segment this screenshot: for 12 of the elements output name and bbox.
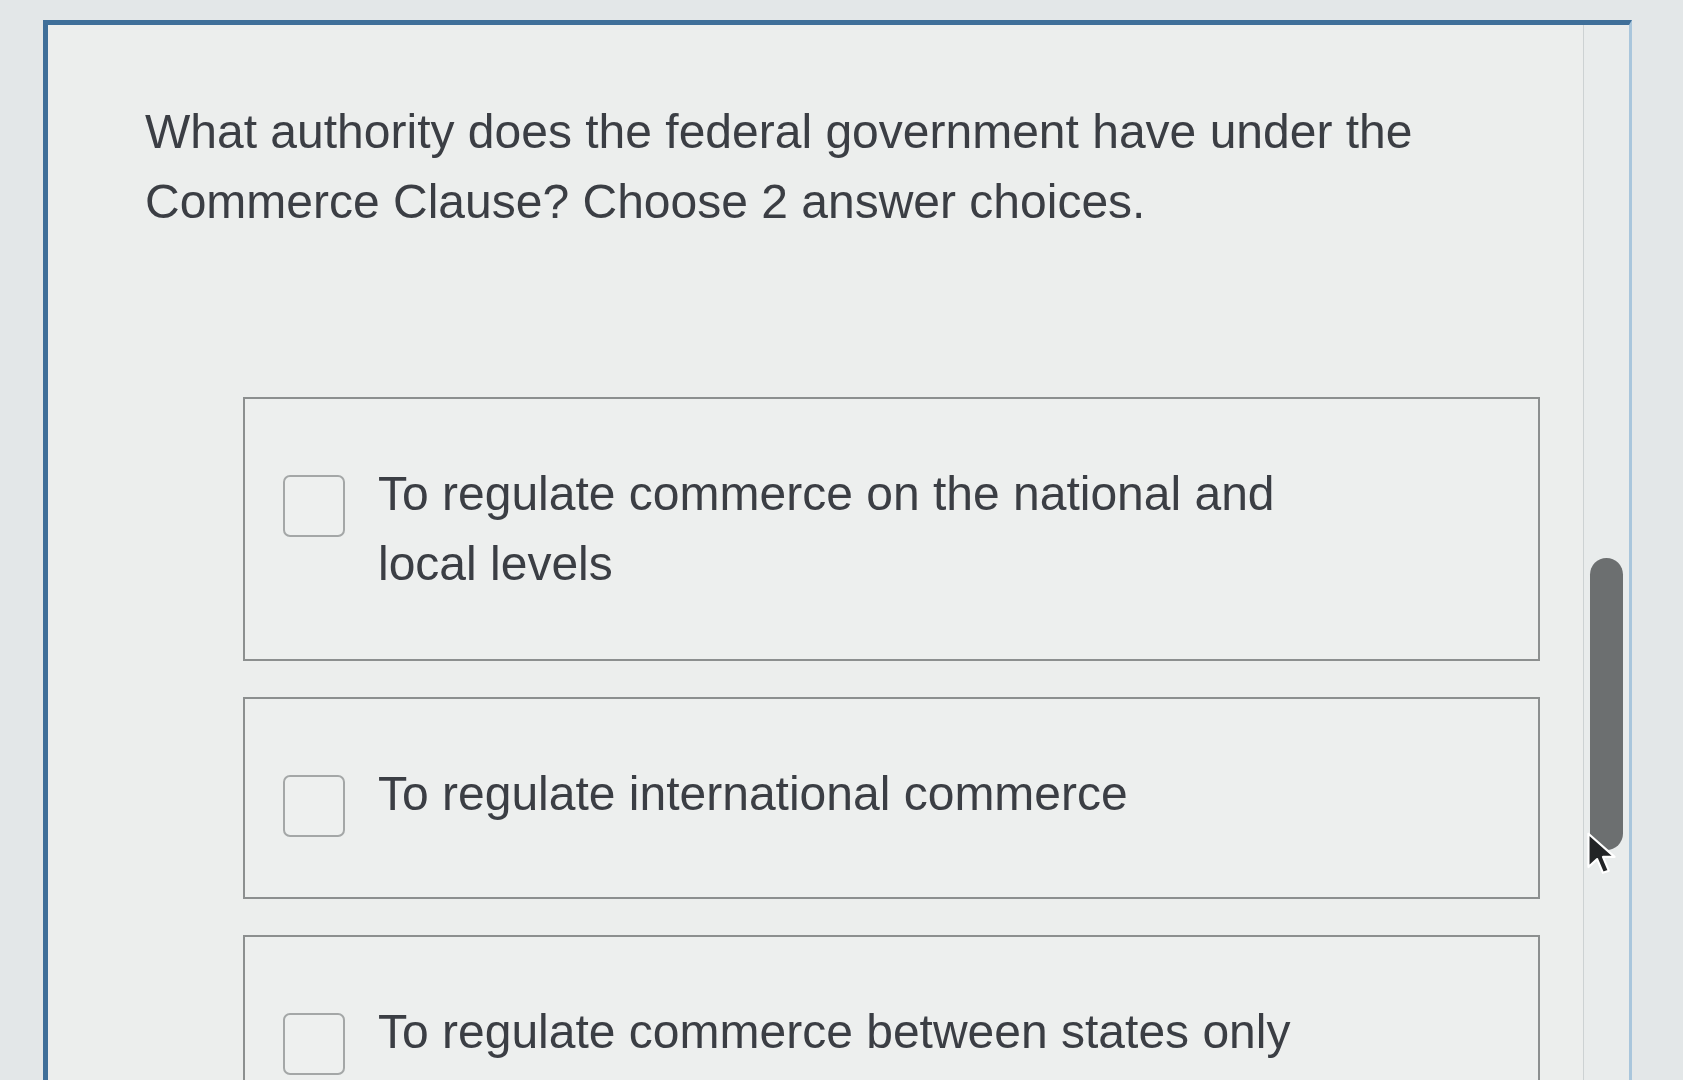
answer-option[interactable]: To regulate commerce between states only	[243, 935, 1540, 1080]
checkbox[interactable]	[283, 1013, 345, 1075]
checkbox[interactable]	[283, 475, 345, 537]
answer-option[interactable]: To regulate commerce on the national and local levels	[243, 397, 1540, 661]
mouse-pointer-icon	[1587, 832, 1616, 876]
question-text: What authority does the federal government have under the Commerce Clause? Choose 2 answer choices.	[144, 104, 1414, 230]
answer-option[interactable]: To regulate international commerce	[243, 697, 1540, 899]
option-label: To regulate international commerce	[378, 766, 1128, 822]
option-label: To regulate commerce on the national and local levels	[378, 466, 1276, 592]
scrollbar-thumb[interactable]	[1590, 558, 1623, 850]
option-label: To regulate commerce between states only	[378, 1004, 1291, 1060]
checkbox[interactable]	[283, 775, 345, 837]
